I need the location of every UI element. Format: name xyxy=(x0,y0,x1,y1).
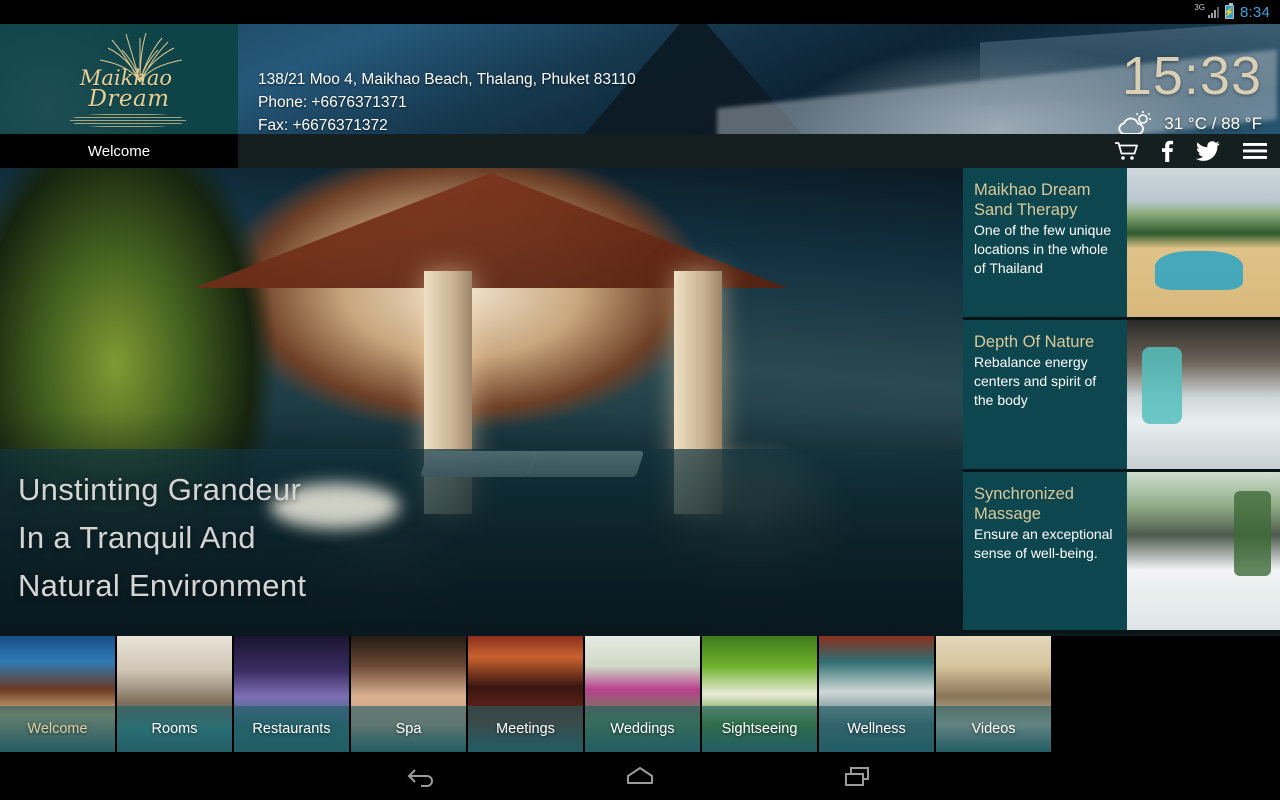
feature-description: Ensure an exceptional sense of well-bein… xyxy=(974,526,1113,561)
local-time: 15:33 xyxy=(1121,46,1262,106)
partly-cloudy-icon xyxy=(1118,111,1152,134)
brand-wordmark: Maikhao Dream xyxy=(56,68,196,112)
logo-wrap: Maikhao Dream xyxy=(48,30,198,130)
current-page-tab[interactable]: Welcome xyxy=(0,134,238,168)
hamburger-menu-icon[interactable] xyxy=(1242,141,1268,161)
hero-tagline-line2: In a Tranquil And xyxy=(18,520,256,555)
hero-roof-shape xyxy=(194,172,788,288)
feature-panel-list: Maikhao Dream Sand Therapy One of the few … xyxy=(963,168,1280,636)
hotel-phone: Phone: +6676371371 xyxy=(258,94,407,111)
feature-panel[interactable]: Depth Of Nature Rebalance energy centers … xyxy=(963,320,1280,472)
android-status-bar: 3G ⚡ 8:34 xyxy=(0,0,1280,24)
status-bar-clock: 8:34 xyxy=(1240,3,1270,21)
thumbnail-weddings[interactable]: Weddings xyxy=(585,636,702,752)
thumbnail-label: Restaurants xyxy=(234,706,349,752)
hero-tagline: Unstinting Grandeur In a Tranquil And Na… xyxy=(18,466,306,610)
weather-widget: 31 °C / 88 °F xyxy=(1115,110,1262,134)
thumbnail-label: Meetings xyxy=(468,706,583,752)
thumbnail-label: Videos xyxy=(936,706,1051,752)
thumbnail-spa[interactable]: Spa xyxy=(351,636,468,752)
thumbnail-wellness[interactable]: Wellness xyxy=(819,636,936,752)
feature-description: One of the few unique locations in the w… xyxy=(974,222,1111,276)
feature-text: Depth Of Nature Rebalance energy centers … xyxy=(963,320,1127,469)
hero-tagline-line1: Unstinting Grandeur xyxy=(18,472,302,507)
hero-tagline-line3: Natural Environment xyxy=(18,568,307,603)
feature-image xyxy=(1127,472,1280,630)
logo-underline xyxy=(70,114,186,127)
page-nav-bar: Welcome xyxy=(0,134,1280,168)
clock-weather-widget: 15:33 31 °C / 88 °F xyxy=(1115,46,1262,134)
feature-image xyxy=(1127,168,1280,317)
feature-title: Maikhao Dream Sand Therapy xyxy=(974,180,1117,220)
feature-title-line1: Depth Of Nature xyxy=(974,333,1095,351)
hotel-fax: Fax: +6676371372 xyxy=(258,117,388,134)
thumbnail-label: Weddings xyxy=(585,706,700,752)
tablet-screen: 3G ⚡ 8:34 Maikhao Dream 138/21 Moo 4, Ma… xyxy=(0,0,1280,800)
feature-text: Maikhao Dream Sand Therapy One of the few … xyxy=(963,168,1127,317)
header-icon-row xyxy=(1114,134,1268,168)
site-header: Maikhao Dream 138/21 Moo 4, Maikhao Beac… xyxy=(0,24,1280,134)
hero-banner[interactable]: Unstinting Grandeur In a Tranquil And Na… xyxy=(0,168,963,636)
current-page-label: Welcome xyxy=(87,142,151,160)
thumbnail-videos[interactable]: Videos xyxy=(936,636,1053,752)
back-button[interactable] xyxy=(398,752,446,800)
thumbnail-label: Wellness xyxy=(819,706,934,752)
brand-logo[interactable]: Maikhao Dream xyxy=(0,24,238,134)
thumbnail-restaurants[interactable]: Restaurants xyxy=(234,636,351,752)
thumbnail-label: Rooms xyxy=(117,706,232,752)
feature-title: Depth Of Nature xyxy=(974,332,1117,352)
feature-text: Synchronized Massage Ensure an exceptional… xyxy=(963,472,1127,630)
recents-button[interactable] xyxy=(834,752,882,800)
facebook-icon[interactable] xyxy=(1160,140,1174,162)
section-thumbnail-strip: Welcome Rooms Restaurants Spa Meetings Weddin… xyxy=(0,636,1280,752)
battery-charging-icon: ⚡ xyxy=(1224,3,1235,19)
feature-image xyxy=(1127,320,1280,469)
brand-line2: Dream xyxy=(88,86,170,112)
thumbnail-rooms[interactable]: Rooms xyxy=(117,636,234,752)
signal-icon xyxy=(1208,6,1219,18)
feature-title-line1: Synchronized xyxy=(974,485,1074,503)
feature-description: Rebalance energy centers and spirit of t… xyxy=(974,354,1097,408)
thumbnail-welcome[interactable]: Welcome xyxy=(0,636,117,752)
feature-panel[interactable]: Synchronized Massage Ensure an exceptional… xyxy=(963,472,1280,633)
twitter-icon[interactable] xyxy=(1196,141,1220,161)
thumbnail-label: Sightseeing xyxy=(702,706,817,752)
thumbnail-label: Welcome xyxy=(0,706,115,752)
thumbnail-label: Spa xyxy=(351,706,466,752)
feature-title-line2: Massage xyxy=(974,505,1041,523)
feature-panel[interactable]: Maikhao Dream Sand Therapy One of the few … xyxy=(963,168,1280,320)
thumbnail-sightseeing[interactable]: Sightseeing xyxy=(702,636,819,752)
temperature-label: 31 °C / 88 °F xyxy=(1164,114,1262,133)
feature-title: Synchronized Massage xyxy=(974,484,1117,524)
hotel-address: 138/21 Moo 4, Maikhao Beach, Thalang, Ph… xyxy=(258,71,636,88)
android-navigation-bar xyxy=(0,752,1280,800)
feature-title-line1: Maikhao Dream xyxy=(974,181,1091,199)
home-button[interactable] xyxy=(616,752,664,800)
network-type-label: 3G xyxy=(1194,3,1205,12)
shopping-cart-icon[interactable] xyxy=(1114,141,1138,161)
thumbnail-meetings[interactable]: Meetings xyxy=(468,636,585,752)
feature-title-line2: Sand Therapy xyxy=(974,201,1078,219)
contact-details: 138/21 Moo 4, Maikhao Beach, Thalang, Ph… xyxy=(258,68,636,134)
